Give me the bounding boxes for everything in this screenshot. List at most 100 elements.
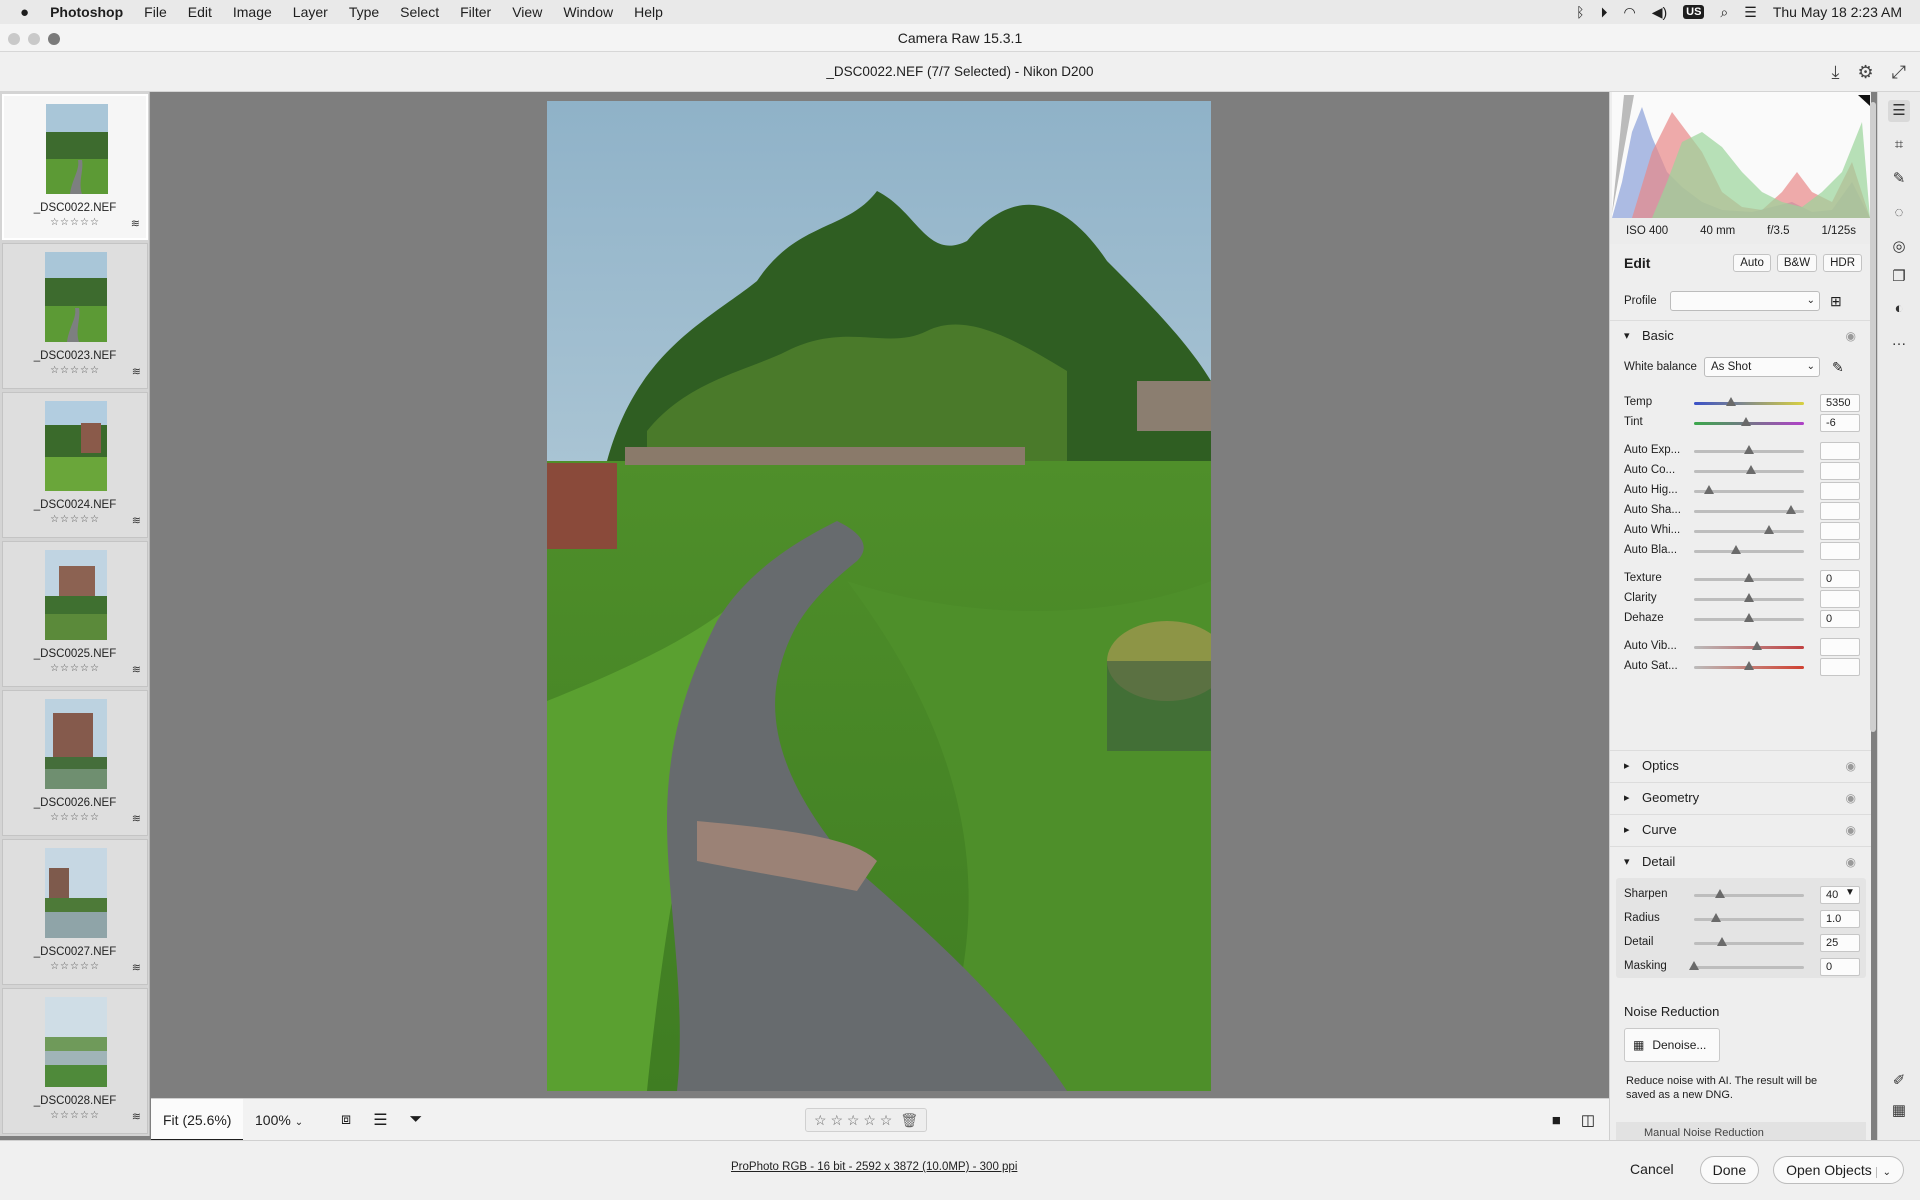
play-icon[interactable]: ⏵ bbox=[1600, 4, 1607, 21]
slider-track[interactable] bbox=[1694, 550, 1804, 553]
slider-value-field[interactable]: -6 bbox=[1820, 414, 1860, 432]
slider-handle[interactable] bbox=[1785, 505, 1796, 514]
grid-icon[interactable]: ▦ bbox=[1888, 1100, 1910, 1122]
slider-value-field[interactable] bbox=[1820, 502, 1860, 520]
menu-select[interactable]: Select bbox=[400, 4, 439, 20]
filmstrip-toggle-icon[interactable]: ⧈ bbox=[341, 1111, 351, 1129]
rating-stars[interactable]: ☆☆☆☆☆ bbox=[3, 961, 147, 972]
basic-section-header[interactable]: ▾ Basic ◉ bbox=[1610, 320, 1871, 350]
filmstrip-item[interactable]: _DSC0027.NEF ☆☆☆☆☆ ≋ bbox=[2, 839, 148, 985]
slider-value-field[interactable] bbox=[1820, 638, 1860, 656]
apple-icon[interactable]: ● bbox=[20, 4, 29, 21]
eye-icon[interactable]: ◉ bbox=[1846, 855, 1856, 869]
rating-stars[interactable]: ☆☆☆☆☆ bbox=[3, 514, 147, 525]
slider-handle[interactable] bbox=[1744, 661, 1754, 670]
sort-icon[interactable]: ☰ bbox=[373, 1110, 387, 1130]
control-center-icon[interactable]: ☰ bbox=[1744, 4, 1757, 21]
menu-view[interactable]: View bbox=[512, 4, 542, 20]
cancel-button[interactable]: Cancel bbox=[1618, 1156, 1686, 1184]
slider-value-field[interactable] bbox=[1820, 590, 1860, 608]
volume-icon[interactable]: ◀) bbox=[1652, 4, 1667, 21]
slider-handle[interactable] bbox=[1744, 573, 1754, 582]
slider-value-field[interactable] bbox=[1820, 542, 1860, 560]
slider-value-field[interactable]: 5350 bbox=[1820, 394, 1860, 412]
slider-handle[interactable] bbox=[1744, 445, 1754, 454]
slider-handle[interactable] bbox=[1689, 961, 1699, 970]
app-menu[interactable]: Photoshop bbox=[50, 4, 123, 20]
clock[interactable]: Thu May 18 2:23 AM bbox=[1773, 4, 1902, 20]
input-source-badge[interactable]: US bbox=[1683, 5, 1705, 19]
slider-value-field[interactable] bbox=[1820, 442, 1860, 460]
masking-icon[interactable]: ◌ bbox=[1888, 202, 1910, 224]
panel-scrollbar[interactable] bbox=[1870, 92, 1876, 742]
rating-stars[interactable]: ☆☆☆☆☆ bbox=[3, 1110, 147, 1121]
slider-value-field[interactable] bbox=[1820, 482, 1860, 500]
done-button[interactable]: Done bbox=[1699, 1156, 1760, 1184]
slider-handle[interactable] bbox=[1744, 613, 1754, 622]
slider-handle[interactable] bbox=[1704, 485, 1715, 494]
slider-track[interactable] bbox=[1694, 646, 1804, 649]
slider-value-field[interactable]: 0 bbox=[1820, 570, 1860, 588]
slider-track[interactable] bbox=[1694, 942, 1804, 945]
geometry-section-header[interactable]: ▸ Geometry ◉ bbox=[1610, 782, 1871, 812]
fit-zoom-button[interactable]: Fit (25.6%) bbox=[151, 1099, 244, 1141]
menu-window[interactable]: Window bbox=[563, 4, 613, 20]
eye-icon[interactable]: ◉ bbox=[1846, 791, 1856, 805]
slider-handle[interactable] bbox=[1730, 545, 1741, 554]
close-window-button[interactable] bbox=[8, 33, 20, 45]
fullscreen-icon[interactable]: ⤢ bbox=[1892, 52, 1906, 92]
eye-icon[interactable]: ◉ bbox=[1846, 329, 1856, 343]
slider-handle[interactable] bbox=[1711, 913, 1721, 922]
single-view-icon[interactable]: ■ bbox=[1552, 1112, 1561, 1129]
eyedropper-icon[interactable]: ✎ bbox=[1832, 359, 1844, 376]
snapshots-icon[interactable]: ❐ bbox=[1888, 266, 1910, 288]
slider-value-field[interactable] bbox=[1820, 462, 1860, 480]
slider-value-field[interactable]: 0 bbox=[1820, 610, 1860, 628]
bluetooth-icon[interactable]: ᛒ bbox=[1576, 4, 1584, 20]
hdr-button[interactable]: HDR bbox=[1823, 254, 1862, 272]
scrollbar-thumb[interactable] bbox=[1870, 102, 1876, 732]
filmstrip-item[interactable]: _DSC0023.NEF ☆☆☆☆☆ ≋ bbox=[2, 243, 148, 389]
edit-sliders-icon[interactable]: ☰ bbox=[1888, 100, 1910, 122]
profile-dropdown[interactable]: ⌄ bbox=[1670, 291, 1820, 311]
zoom-window-button[interactable] bbox=[48, 33, 60, 45]
open-objects-button[interactable]: Open Objects ⌄ bbox=[1773, 1156, 1904, 1184]
search-icon[interactable]: ⌕ bbox=[1720, 4, 1728, 21]
rating-stars[interactable]: ☆☆☆☆☆ bbox=[3, 812, 147, 823]
settings-icon[interactable]: ⚙ bbox=[1857, 52, 1873, 92]
presets-icon[interactable]: ◐ bbox=[1888, 298, 1910, 320]
bw-button[interactable]: B&W bbox=[1776, 254, 1818, 272]
detail-section-header[interactable]: ▾ Detail ◉ bbox=[1610, 846, 1871, 876]
save-icon[interactable]: ⤓ bbox=[1831, 52, 1839, 92]
rating-stars[interactable]: ☆☆☆☆☆ bbox=[3, 663, 147, 674]
crop-icon[interactable]: ⌗ bbox=[1888, 134, 1910, 156]
menu-filter[interactable]: Filter bbox=[460, 4, 491, 20]
optics-section-header[interactable]: ▸ Optics ◉ bbox=[1610, 750, 1871, 780]
slider-handle[interactable] bbox=[1726, 397, 1737, 406]
filter-icon[interactable]: ⏷ bbox=[410, 1111, 423, 1129]
eye-icon[interactable]: ◉ bbox=[1846, 759, 1856, 773]
slider-value-field[interactable]: 25 bbox=[1820, 934, 1860, 952]
filmstrip-item[interactable]: _DSC0028.NEF ☆☆☆☆☆ ≋ bbox=[2, 988, 148, 1134]
menu-type[interactable]: Type bbox=[349, 4, 379, 20]
eye-icon[interactable]: ◉ bbox=[1846, 823, 1856, 837]
menu-layer[interactable]: Layer bbox=[293, 4, 328, 20]
image-canvas[interactable] bbox=[151, 92, 1609, 1098]
filmstrip-item[interactable]: _DSC0024.NEF ☆☆☆☆☆ ≋ bbox=[2, 392, 148, 538]
slider-handle[interactable] bbox=[1740, 417, 1751, 426]
slider-handle[interactable] bbox=[1715, 889, 1726, 898]
workflow-options-link[interactable]: ProPhoto RGB - 16 bit - 2592 x 3872 (10.… bbox=[731, 1161, 1017, 1173]
white-balance-dropdown[interactable]: As Shot ⌄ bbox=[1704, 357, 1820, 377]
slider-value-field[interactable]: 1.0 bbox=[1820, 910, 1860, 928]
filmstrip-item[interactable]: _DSC0026.NEF ☆☆☆☆☆ ≋ bbox=[2, 690, 148, 836]
zoom-100-button[interactable]: 100% ⌄ bbox=[243, 1099, 315, 1141]
rating-stars[interactable]: ☆☆☆☆☆ bbox=[4, 217, 146, 228]
curve-section-header[interactable]: ▸ Curve ◉ bbox=[1610, 814, 1871, 844]
healing-icon[interactable]: ✎ bbox=[1888, 168, 1910, 190]
filmstrip-item[interactable]: _DSC0025.NEF ☆☆☆☆☆ ≋ bbox=[2, 541, 148, 687]
auto-button[interactable]: Auto bbox=[1733, 254, 1771, 272]
slider-track[interactable] bbox=[1694, 530, 1804, 533]
manual-noise-reduction-header[interactable]: Manual Noise Reduction bbox=[1616, 1122, 1866, 1140]
menu-help[interactable]: Help bbox=[634, 4, 663, 20]
slider-handle[interactable] bbox=[1716, 937, 1727, 946]
